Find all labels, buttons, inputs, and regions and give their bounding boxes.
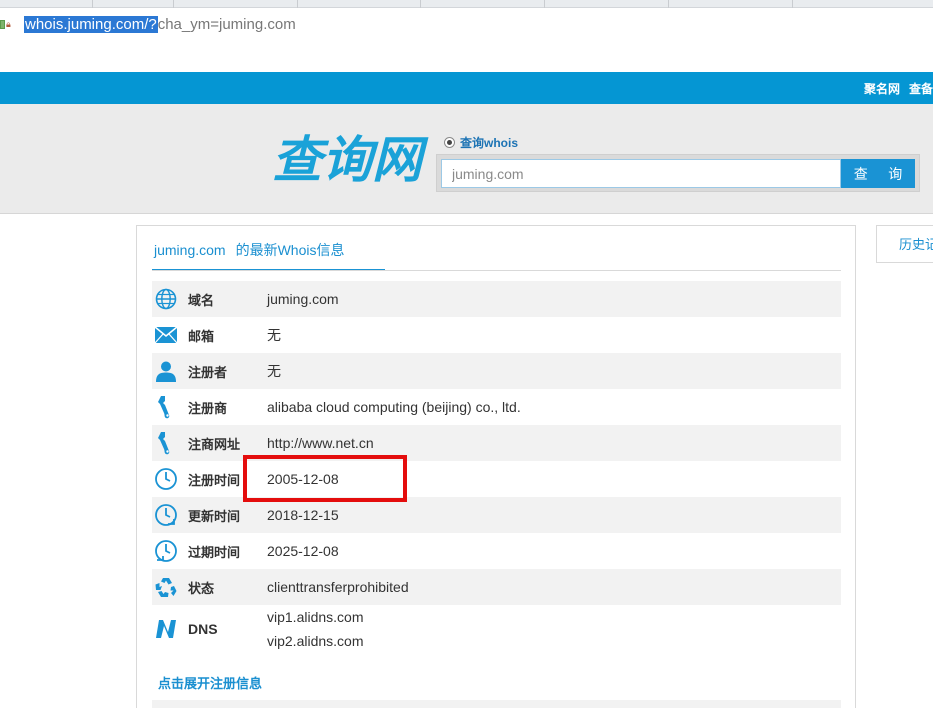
row-label: 更新时间 <box>188 508 241 524</box>
whois-row-dns: DNS vip1.alidns.com vip2.alidns.com <box>152 605 841 653</box>
whois-row-expires: 过期时间 2025-12-08 <box>152 533 841 569</box>
row-label: 状态 <box>188 580 215 596</box>
url-text[interactable]: whois.juming.com/?cha_ym=juming.com <box>24 15 296 34</box>
tool-icon <box>154 395 178 419</box>
tab-divider <box>297 0 298 8</box>
row-value: 无 <box>267 363 281 379</box>
browser-tab-strip <box>0 0 933 8</box>
tab-divider <box>420 0 421 8</box>
tab-divider <box>92 0 93 8</box>
tab-divider <box>668 0 669 8</box>
tab-divider <box>544 0 545 8</box>
site-header: 查询网 查询whois 查 询 <box>0 104 933 214</box>
address-bar[interactable]: 🔒︎ whois.juming.com/?cha_ym=juming.com <box>0 8 933 40</box>
whois-row-status: 状态 clienttransferprohibited <box>152 569 841 605</box>
recycle-icon <box>154 575 178 599</box>
row-value: 2018-12-15 <box>267 507 339 523</box>
row-value: juming.com <box>267 291 339 307</box>
page-icon <box>0 19 5 29</box>
title-suffix: 的最新Whois信息 <box>235 242 345 258</box>
row-value: 无 <box>267 327 281 343</box>
site-security-icon[interactable]: 🔒︎ <box>0 18 11 30</box>
person-icon <box>154 359 178 383</box>
dns-server-2: vip2.alidns.com <box>267 633 364 649</box>
url-query: cha_ym=juming.com <box>157 16 296 33</box>
row-value: clienttransferprohibited <box>267 579 409 595</box>
tool-icon <box>154 431 178 455</box>
dns-server-1: vip1.alidns.com <box>267 609 364 625</box>
globe-icon <box>154 287 178 311</box>
domain-search-input[interactable] <box>441 159 841 188</box>
radio-label: 查询whois <box>460 136 519 150</box>
top-links: 聚名网 查备 <box>864 72 933 104</box>
top-link-juming[interactable]: 聚名网 <box>864 80 900 97</box>
search-box: 查 询 <box>436 154 920 192</box>
expand-registration-link[interactable]: 点击展开注册信息 <box>158 673 262 692</box>
whois-panel-title[interactable]: juming.com 的最新Whois信息 <box>152 238 385 271</box>
next-row-strip <box>152 700 841 708</box>
row-value: alibaba cloud computing (beijing) co., l… <box>267 399 521 415</box>
site-top-bar: 聚名网 查备 <box>0 72 933 104</box>
tab-divider <box>792 0 793 8</box>
tab-divider <box>173 0 174 8</box>
whois-row-registrant: 注册者 无 <box>152 353 841 389</box>
insecure-lock-icon: 🔒︎ <box>6 18 11 29</box>
row-label: 注册者 <box>188 364 228 380</box>
dns-icon <box>154 617 178 641</box>
row-value: vip1.alidns.com vip2.alidns.com <box>267 605 364 653</box>
clock-refresh-icon <box>154 503 178 527</box>
whois-row-updated: 更新时间 2018-12-15 <box>152 497 841 533</box>
title-domain: juming.com <box>154 242 226 258</box>
row-value: http://www.net.cn <box>267 435 374 451</box>
whois-row-email: 邮箱 无 <box>152 317 841 353</box>
row-label: DNS <box>188 621 218 637</box>
row-label: 注册商 <box>188 400 228 416</box>
row-label: 注商网址 <box>188 436 241 452</box>
history-tab[interactable]: 历史记 <box>876 225 933 263</box>
clock-icon <box>154 467 178 491</box>
row-label: 注册时间 <box>188 472 241 488</box>
radio-selected-icon[interactable] <box>444 137 455 148</box>
row-label: 过期时间 <box>188 544 241 560</box>
top-link-query[interactable]: 查备 <box>909 80 933 97</box>
row-value: 2025-12-08 <box>267 543 339 559</box>
mail-icon <box>154 323 178 347</box>
url-selected: whois.juming.com/? <box>24 16 158 33</box>
site-logo[interactable]: 查询网 <box>272 132 422 188</box>
whois-row-domain: 域名 juming.com <box>152 281 841 317</box>
highlight-box <box>243 455 407 502</box>
search-button[interactable]: 查 询 <box>841 159 915 188</box>
row-label: 邮箱 <box>188 328 215 344</box>
whois-row-registrar: 注册商 alibaba cloud computing (beijing) co… <box>152 389 841 425</box>
clock-expire-icon <box>154 539 178 563</box>
row-label: 域名 <box>188 292 215 308</box>
search-type-radio[interactable]: 查询whois <box>444 134 518 151</box>
divider <box>152 270 841 271</box>
